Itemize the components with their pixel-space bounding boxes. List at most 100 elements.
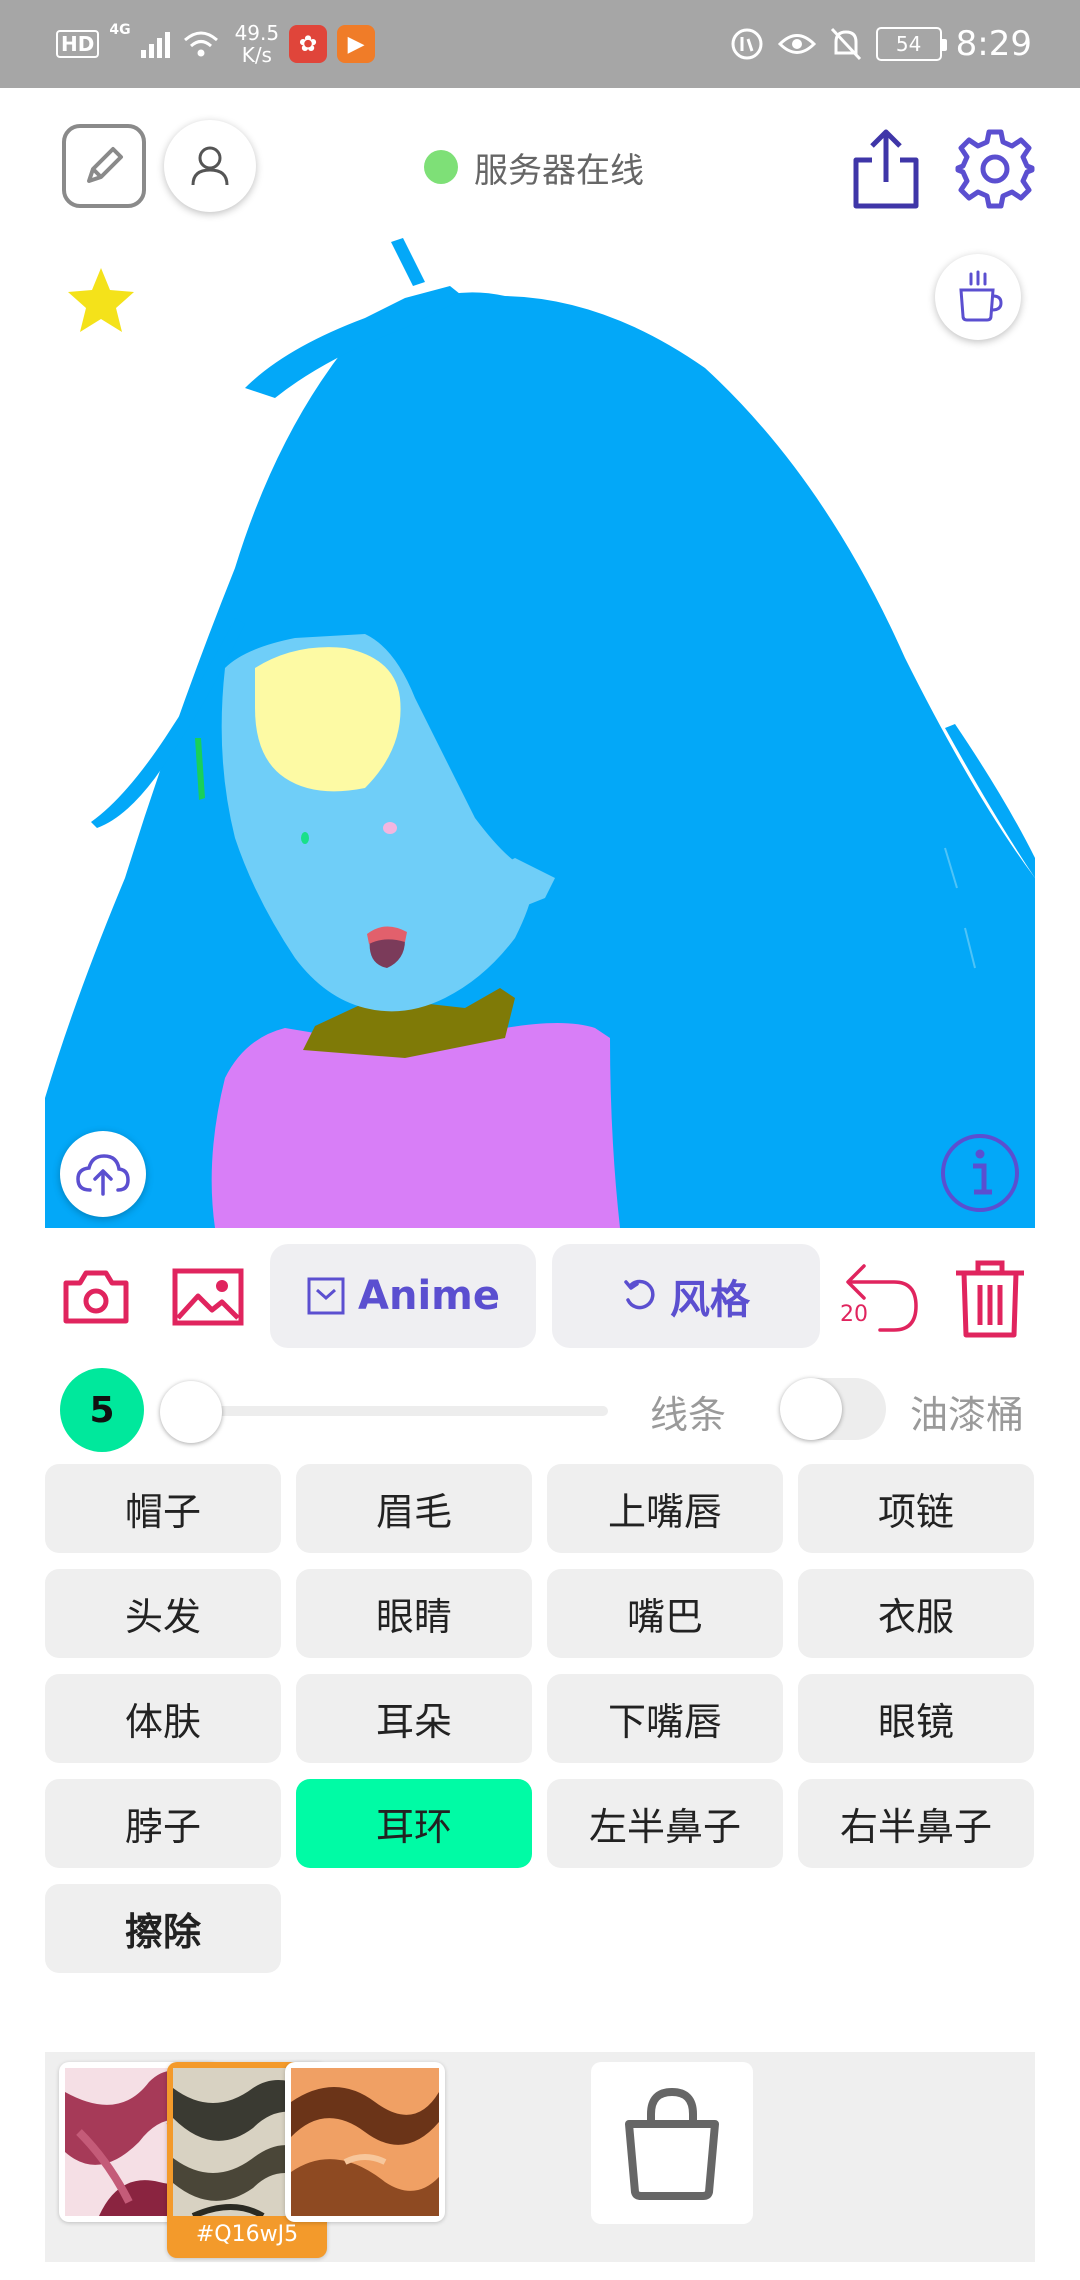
part-label: 体肤 <box>124 1700 201 1744</box>
share-icon <box>853 129 919 209</box>
style-button[interactable]: 风格 <box>552 1244 820 1348</box>
part-label: 眉毛 <box>375 1490 452 1534</box>
erase-button[interactable]: 擦除 <box>45 1884 281 1973</box>
undo-count: 20 <box>840 1302 868 1327</box>
network-speed: 49.5 K/s <box>235 22 280 66</box>
settings-button[interactable] <box>950 124 1040 214</box>
status-left: HD 4G 49.5 K/s ✿ ▶ <box>56 18 376 70</box>
part-label: 眼镜 <box>877 1700 954 1744</box>
part-label: 项链 <box>877 1490 954 1534</box>
undo-button[interactable]: 20 <box>836 1258 926 1338</box>
part-label: 耳环 <box>375 1805 452 1849</box>
part-button-clothes[interactable]: 衣服 <box>798 1569 1034 1658</box>
hd-call-icon <box>731 28 763 60</box>
eye-dot <box>301 832 309 844</box>
eye-comfort-icon <box>777 34 816 54</box>
part-button-necklace[interactable]: 项链 <box>798 1464 1034 1553</box>
style-shop-button[interactable] <box>591 2062 753 2224</box>
part-label: 帽子 <box>124 1490 201 1534</box>
share-button[interactable] <box>846 124 926 214</box>
brush-row: 5 线条 油漆桶 <box>0 1364 1080 1454</box>
brush-size-slider-thumb[interactable] <box>160 1381 222 1443</box>
part-button-glasses[interactable]: 眼镜 <box>798 1674 1034 1763</box>
part-button-skin[interactable]: 体肤 <box>45 1674 281 1763</box>
part-button-mouth[interactable]: 嘴巴 <box>547 1569 783 1658</box>
style-thumbnail[interactable] <box>285 2062 445 2222</box>
part-button-ears[interactable]: 耳朵 <box>296 1674 532 1763</box>
part-label: 衣服 <box>877 1595 954 1639</box>
image-icon <box>172 1268 244 1326</box>
edit-button[interactable] <box>62 124 146 208</box>
brush-size-value: 5 <box>89 1389 115 1431</box>
user-icon <box>191 146 229 186</box>
line-mode-label: 线条 <box>650 1393 727 1437</box>
part-label: 下嘴唇 <box>607 1700 722 1744</box>
server-status: 服务器在线 <box>424 142 644 192</box>
cloud-upload-icon <box>76 1154 130 1196</box>
part-label: 上嘴唇 <box>607 1490 722 1534</box>
brush-size-slider[interactable] <box>190 1406 608 1416</box>
hair-antenna-strand <box>391 238 425 286</box>
video-app-icon: ▶ <box>337 25 376 63</box>
clock: 8:29 <box>955 24 1032 64</box>
edit-icon <box>87 147 123 183</box>
style-label: 风格 <box>670 1277 750 1323</box>
info-button[interactable] <box>938 1131 1022 1215</box>
settings-icon <box>955 129 1035 209</box>
bucket-toggle-knob <box>780 1378 842 1440</box>
app-header: 服务器在线 <box>0 88 1080 238</box>
part-button-upper-lip[interactable]: 上嘴唇 <box>547 1464 783 1553</box>
camera-button[interactable] <box>58 1264 134 1330</box>
anime-button[interactable]: Anime <box>270 1244 536 1348</box>
part-button-left-nose[interactable]: 左半鼻子 <box>547 1779 783 1868</box>
network-type: 4G <box>109 22 131 38</box>
tool-row: Anime 风格 20 <box>0 1244 1080 1350</box>
user-button[interactable] <box>164 120 256 212</box>
part-label: 右半鼻子 <box>839 1805 992 1849</box>
drawing-canvas[interactable] <box>45 238 1035 1228</box>
clear-canvas-button[interactable] <box>950 1256 1030 1342</box>
drawing-layer[interactable] <box>45 238 1035 1228</box>
mute-icon <box>830 27 861 61</box>
wifi-icon <box>183 31 218 57</box>
info-icon <box>941 1134 1019 1212</box>
bag-icon <box>625 2087 719 2200</box>
part-button-eyes[interactable]: 眼睛 <box>296 1569 532 1658</box>
anime-icon <box>307 1277 345 1315</box>
part-button-lower-lip[interactable]: 下嘴唇 <box>547 1674 783 1763</box>
signal-icon <box>140 32 170 58</box>
gallery-button[interactable] <box>168 1264 248 1330</box>
part-button-hair[interactable]: 头发 <box>45 1569 281 1658</box>
part-label: 脖子 <box>124 1805 201 1849</box>
notification-app-icon: ✿ <box>289 25 328 63</box>
anime-label: Anime <box>358 1273 500 1319</box>
trash-icon <box>956 1260 1024 1338</box>
speed-value: 49.5 <box>234 21 280 45</box>
part-button-eyebrows[interactable]: 眉毛 <box>296 1464 532 1553</box>
cloud-upload-button[interactable] <box>60 1131 146 1217</box>
part-button-earring[interactable]: 耳环 <box>296 1779 532 1868</box>
coffee-icon <box>959 270 1003 322</box>
hair-highlight-stroke <box>255 647 401 792</box>
favorite-button[interactable] <box>61 260 141 340</box>
part-button-neck[interactable]: 脖子 <box>45 1779 281 1868</box>
coffee-button[interactable] <box>935 254 1021 340</box>
style-code: #Q16wJ5 <box>195 2222 299 2247</box>
battery-icon: 54 <box>875 27 947 61</box>
part-label: 左半鼻子 <box>588 1805 741 1849</box>
status-bar: HD 4G 49.5 K/s ✿ ▶ 54 8:29 <box>0 0 1080 88</box>
bucket-mode-label: 油漆桶 <box>910 1393 1025 1437</box>
bucket-toggle[interactable] <box>780 1378 886 1440</box>
part-button-hat[interactable]: 帽子 <box>45 1464 281 1553</box>
blush-dot <box>383 822 397 834</box>
part-selector-grid: 帽子 眉毛 上嘴唇 项链 头发 眼睛 嘴巴 衣服 体肤 耳朵 下嘴唇 眼镜 脖子… <box>45 1464 1035 1973</box>
battery-level: 54 <box>895 32 922 56</box>
style-strip: #Q16wJ5 <box>45 2052 1035 2262</box>
part-label: 嘴巴 <box>626 1595 703 1639</box>
server-status-dot <box>424 150 458 184</box>
part-label: 眼睛 <box>375 1595 452 1639</box>
style-preview-image <box>291 2068 439 2216</box>
camera-icon <box>63 1270 129 1324</box>
part-button-right-nose[interactable]: 右半鼻子 <box>798 1779 1034 1868</box>
status-right: 54 8:29 <box>730 18 1032 70</box>
